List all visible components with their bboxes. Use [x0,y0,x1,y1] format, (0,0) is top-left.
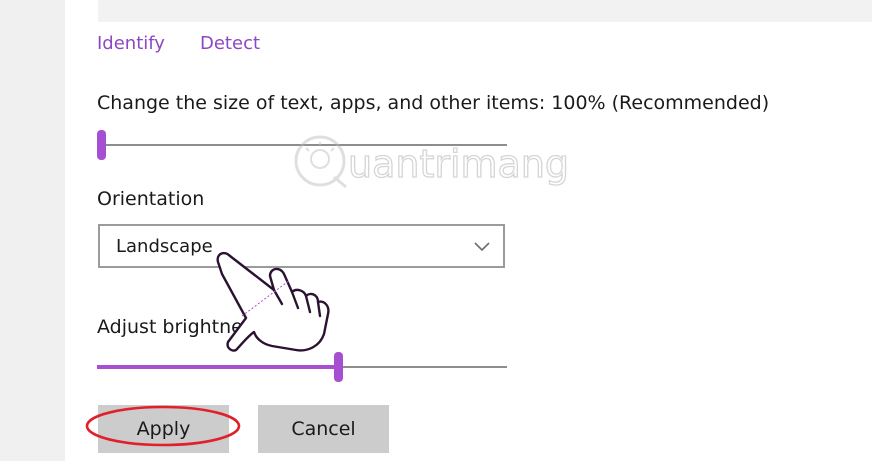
orientation-label: Orientation [97,188,205,210]
left-panel-strip [0,0,65,461]
scale-label: Change the size of text, apps, and other… [97,92,770,114]
apply-button[interactable]: Apply [98,405,229,453]
brightness-slider[interactable] [97,352,507,382]
identify-link[interactable]: Identify [97,33,165,54]
chevron-down-icon [473,238,491,257]
brightness-slider-thumb[interactable] [334,352,343,382]
brightness-slider-fill [97,365,339,369]
display-preview-area [98,0,872,22]
scale-slider[interactable] [97,130,507,160]
orientation-dropdown[interactable]: Landscape [98,224,505,268]
brightness-label: Adjust brightne [97,316,243,338]
detect-link[interactable]: Detect [200,33,260,54]
scale-slider-track[interactable] [97,144,507,146]
orientation-selected-value: Landscape [116,236,213,257]
scale-slider-thumb[interactable] [97,130,106,160]
cancel-button[interactable]: Cancel [258,405,389,453]
